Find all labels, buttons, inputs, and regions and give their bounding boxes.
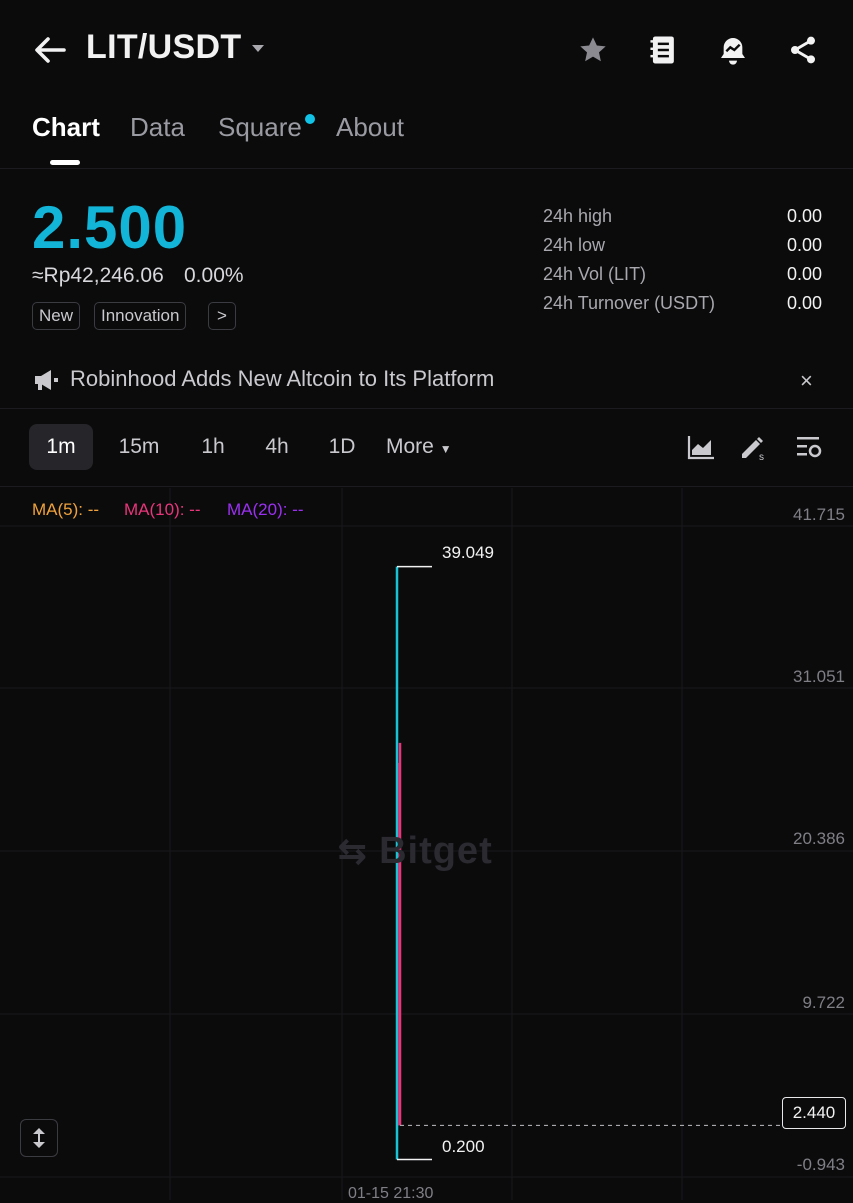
stat-value-high: 0.00 <box>786 206 822 226</box>
low-price-label: 0.200 <box>442 1137 485 1156</box>
stat-value-low: 0.00 <box>786 235 822 255</box>
high-price-label: 39.049 <box>442 543 494 562</box>
tabs-divider <box>0 168 853 169</box>
share-icon[interactable] <box>783 30 823 70</box>
price-change: 0.00% <box>184 264 244 287</box>
stat-value-vol: 0.00 <box>786 264 822 284</box>
app-header: LIT/USDT <box>0 0 853 100</box>
ma5-label: MA(5): -- <box>32 500 100 519</box>
interval-1d[interactable]: 1D <box>318 424 366 470</box>
news-divider <box>0 408 853 409</box>
interval-more-label: More <box>386 435 434 458</box>
pair-title[interactable]: LIT/USDT <box>86 28 241 67</box>
stat-value-turnover: 0.00 <box>786 293 822 313</box>
active-tab-indicator <box>50 160 80 165</box>
stat-label-vol: 24h Vol (LIT) <box>543 264 647 284</box>
stat-label-high: 24h high <box>543 206 613 226</box>
notification-dot <box>305 114 315 124</box>
caret-down-icon[interactable] <box>248 38 268 58</box>
x-tick-0: 01-15 21:30 <box>348 1185 434 1202</box>
y-tick-0: 41.715 <box>793 505 845 524</box>
bitget-logo-icon: ⇆ <box>338 833 368 871</box>
y-tick-3: 9.722 <box>802 993 845 1012</box>
stat-label-low: 24h low <box>543 235 606 255</box>
interval-1h[interactable]: 1h <box>190 424 236 470</box>
alert-icon[interactable] <box>713 30 753 70</box>
notebook-icon[interactable] <box>644 30 684 70</box>
ma20-label: MA(20): -- <box>227 500 304 519</box>
last-price: 2.500 <box>32 194 188 261</box>
chart-type-icon[interactable] <box>686 432 716 462</box>
interval-4h[interactable]: 4h <box>254 424 300 470</box>
ma10-label: MA(10): -- <box>124 500 201 519</box>
tab-chart[interactable]: Chart <box>32 112 100 143</box>
watermark-text: Bitget <box>379 830 493 872</box>
badge-new[interactable]: New <box>32 302 81 330</box>
last-price-tag: 2.440 <box>782 1097 846 1129</box>
y-tick-1: 31.051 <box>793 667 845 686</box>
tab-square[interactable]: Square <box>218 112 302 143</box>
interval-more-dropdown[interactable]: More ▼ <box>386 424 472 470</box>
interval-1m[interactable]: 1m <box>29 424 93 470</box>
toolbar-divider <box>0 486 853 487</box>
back-arrow-icon[interactable] <box>30 30 70 70</box>
chart-settings-icon[interactable] <box>794 432 824 462</box>
svg-text:s: s <box>759 452 764 462</box>
megaphone-icon <box>33 368 61 392</box>
star-icon[interactable] <box>573 30 613 70</box>
badges-more-button[interactable]: > <box>208 302 236 330</box>
interval-15m[interactable]: 15m <box>110 424 168 470</box>
stat-label-turnover: 24h Turnover (USDT) <box>543 293 716 313</box>
badge-innovation[interactable]: Innovation <box>94 302 187 330</box>
tab-about[interactable]: About <box>336 112 404 143</box>
tab-data[interactable]: Data <box>130 112 185 143</box>
caret-down-icon: ▼ <box>439 442 452 456</box>
watermark: ⇆ Bitget <box>338 830 493 873</box>
y-tick-4: -0.943 <box>796 1155 845 1174</box>
expand-chart-icon[interactable] <box>20 1119 58 1157</box>
drawing-tool-icon[interactable]: s <box>738 432 768 463</box>
fiat-price: ≈Rp42,246.06 <box>32 264 164 287</box>
y-tick-2: 20.386 <box>793 829 845 848</box>
news-headline[interactable]: Robinhood Adds New Altcoin to Its Platfo… <box>70 366 494 392</box>
close-icon[interactable]: × <box>800 368 813 394</box>
